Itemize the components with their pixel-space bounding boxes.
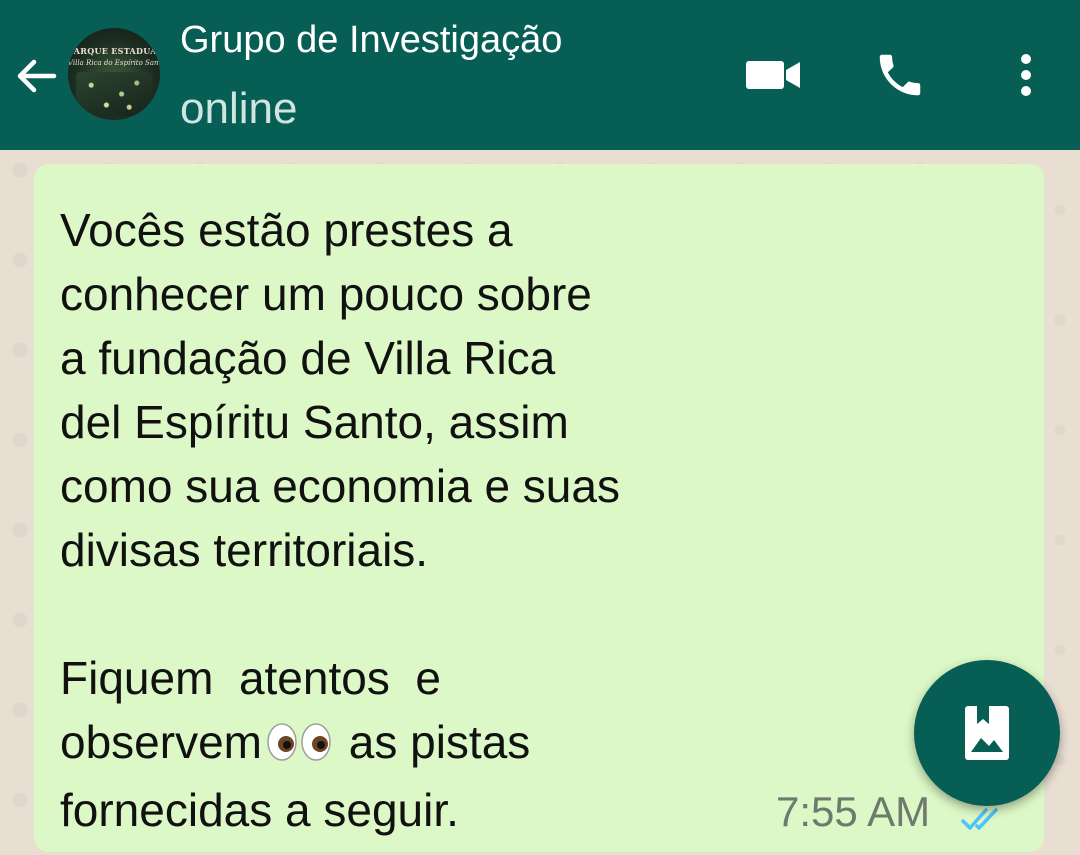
back-button[interactable]	[10, 45, 62, 107]
group-avatar[interactable]: PARQUE ESTADUAL Villa Rica do Espírito S…	[68, 28, 160, 120]
message-text: Vocês estão prestes a conhecer um pouco …	[60, 198, 880, 842]
more-vertical-icon	[1021, 54, 1031, 96]
avatar-caption: PARQUE ESTADUAL	[68, 46, 160, 56]
voice-call-button[interactable]	[868, 45, 932, 105]
chat-title[interactable]: Grupo de Investigação	[180, 18, 562, 62]
chat-status: online	[180, 84, 298, 133]
avatar-image	[76, 72, 152, 116]
gallery-fab-button[interactable]	[914, 660, 1060, 806]
message-timestamp: 7:55 AM	[776, 788, 931, 835]
eyes-emoji	[266, 714, 332, 778]
chat-header: PARQUE ESTADUAL Villa Rica do Espírito S…	[0, 0, 1080, 150]
video-call-icon	[746, 61, 800, 89]
message-bubble[interactable]: Vocês estão prestes a conhecer um pouco …	[34, 164, 1044, 852]
phone-icon	[879, 54, 921, 96]
avatar-subcaption: Villa Rica do Espírito Santo	[68, 59, 160, 67]
more-options-button[interactable]	[1004, 45, 1048, 105]
video-call-button[interactable]	[738, 45, 808, 105]
gallery-image-icon	[965, 706, 1009, 760]
double-check-read-icon	[960, 804, 1004, 839]
message-text-part1: Vocês estão prestes a conhecer um pouco …	[60, 204, 620, 768]
back-arrow-icon	[17, 59, 57, 93]
